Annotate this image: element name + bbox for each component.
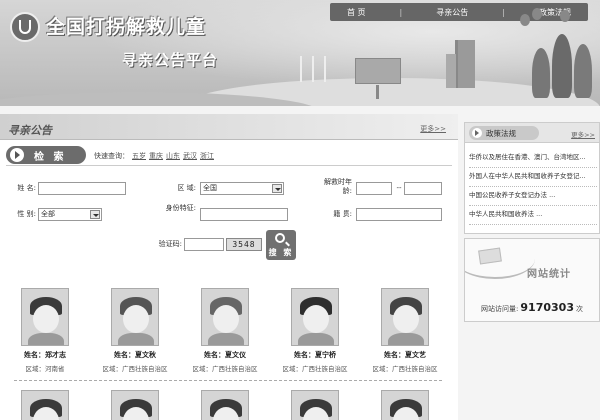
child-name[interactable]: 姓名：郑才志 <box>0 350 90 360</box>
child-region: 区域：广西壮族自治区 <box>372 365 438 373</box>
nav-notices[interactable]: 寻亲公告 <box>436 7 468 18</box>
child-region: 区域：广西壮族自治区 <box>192 365 258 373</box>
captcha-image[interactable]: 3548 <box>226 238 262 251</box>
notice-title: 寻亲公告 <box>8 124 52 137</box>
policy-more-link[interactable]: 更多>> <box>571 129 595 139</box>
policy-item[interactable]: 华侨以及居住在香港、澳门、台湾地区... <box>469 149 597 168</box>
notice-panel: 寻亲公告 更多>> 检 索 快速查询： 五岁 重庆 山东 武汉 浙江 姓 名: … <box>0 114 458 420</box>
play-arrow-icon <box>10 148 24 162</box>
captcha-label: 验证码: <box>158 240 182 248</box>
header-banner: 全国打拐解救儿童 寻亲公告平台 首 页 | 寻亲公告 | 政策法规 <box>0 0 600 106</box>
nav-home[interactable]: 首 页 <box>347 7 366 18</box>
stats-title: 网站统计 <box>527 269 571 280</box>
policy-tab: 政策法规 <box>469 126 539 140</box>
visit-counter: 网站访问量: 9170303 次 <box>481 301 583 314</box>
rescue-age-from-input[interactable] <box>356 182 392 195</box>
list-item[interactable]: 姓名：夏文秋 区域：广西壮族自治区 <box>90 288 180 373</box>
chevron-down-icon <box>272 184 282 193</box>
list-item[interactable]: 姓名：夏文仪 区域：广西壮族自治区 <box>180 288 270 373</box>
policy-item[interactable]: 中国公民收养子女登记办法 ... <box>469 187 597 206</box>
billboard-decoration <box>355 58 401 99</box>
child-photo[interactable] <box>291 390 339 420</box>
list-item[interactable]: 姓名：郑才志 区域：河南省 <box>0 288 90 373</box>
policy-box: 政策法规 更多>> 华侨以及居住在香港、澳门、台湾地区... 外国人在中华人民共… <box>464 122 600 234</box>
gender-select[interactable]: 全部 <box>38 208 102 221</box>
policy-item[interactable]: 中华人民共和国收养法 ... <box>469 206 597 225</box>
rescue-age-to-input[interactable] <box>404 182 442 195</box>
police-logo-icon <box>10 12 40 42</box>
quick-search: 快速查询： 五岁 重庆 山东 武汉 浙江 <box>94 151 214 161</box>
quick-link-age[interactable]: 五岁 <box>132 151 146 161</box>
child-region: 区域：广西壮族自治区 <box>282 365 348 373</box>
child-name[interactable]: 姓名：夏文艺 <box>360 350 450 360</box>
list-item[interactable] <box>270 390 360 420</box>
region-select[interactable]: 全国 <box>200 182 284 195</box>
child-region: 区域：河南省 <box>25 365 65 373</box>
search-icon <box>275 233 285 243</box>
name-label: 姓 名: <box>17 184 36 192</box>
windmill-decoration <box>300 56 302 82</box>
policy-item[interactable]: 外国人在中华人民共和国收养子女登记... <box>469 168 597 187</box>
policy-header: 政策法规 更多>> <box>465 123 599 143</box>
child-photo[interactable] <box>381 390 429 420</box>
quick-link-chongqing[interactable]: 重庆 <box>149 151 163 161</box>
list-item[interactable]: 姓名：夏宁桥 区域：广西壮族自治区 <box>270 288 360 373</box>
name-input[interactable] <box>38 182 126 195</box>
captcha-input[interactable] <box>184 238 224 251</box>
hometown-label: 籍 贯: <box>333 210 352 218</box>
sidebar: 政策法规 更多>> 华侨以及居住在香港、澳门、台湾地区... 外国人在中华人民共… <box>464 114 600 420</box>
region-label: 区 域: <box>177 184 196 192</box>
balloon-icon <box>520 14 530 26</box>
child-photo[interactable] <box>111 288 159 346</box>
search-bar: 检 索 快速查询： 五岁 重庆 山东 武汉 浙江 <box>6 146 452 166</box>
child-name[interactable]: 姓名：夏文秋 <box>90 350 180 360</box>
notice-more-link[interactable]: 更多>> <box>420 124 446 134</box>
rescue-age-label: 解救时年龄: <box>324 178 352 195</box>
list-item[interactable] <box>90 390 180 420</box>
search-button[interactable]: 搜 索 <box>266 230 296 260</box>
child-name[interactable]: 姓名：夏文仪 <box>180 350 270 360</box>
child-photo[interactable] <box>111 390 159 420</box>
child-photo[interactable] <box>21 288 69 346</box>
quick-link-wuhan[interactable]: 武汉 <box>183 151 197 161</box>
child-photo[interactable] <box>21 390 69 420</box>
play-arrow-icon <box>472 128 482 138</box>
list-item[interactable] <box>180 390 270 420</box>
quick-link-zhejiang[interactable]: 浙江 <box>200 151 214 161</box>
child-name[interactable]: 姓名：夏宁桥 <box>270 350 360 360</box>
hometown-input[interactable] <box>356 208 442 221</box>
gender-label: 性 别: <box>17 210 36 218</box>
child-photo[interactable] <box>291 288 339 346</box>
family-illustration <box>526 30 598 106</box>
quick-link-shandong[interactable]: 山东 <box>166 151 180 161</box>
site-subtitle: 寻亲公告平台 <box>122 51 219 69</box>
policy-list: 华侨以及居住在香港、澳门、台湾地区... 外国人在中华人民共和国收养子女登记..… <box>469 149 597 225</box>
chevron-down-icon <box>90 210 100 219</box>
child-photo[interactable] <box>381 288 429 346</box>
range-separator: -- <box>396 184 402 192</box>
building-decoration <box>446 40 475 88</box>
row-divider <box>14 380 442 381</box>
child-photo[interactable] <box>201 390 249 420</box>
search-tab: 检 索 <box>6 146 86 164</box>
windmill-decoration <box>324 56 326 82</box>
id-feature-input[interactable] <box>200 208 288 221</box>
top-nav: 首 页 | 寻亲公告 | 政策法规 <box>330 3 588 21</box>
site-title: 全国打拐解救儿童 <box>46 16 207 38</box>
balloon-icon <box>560 10 570 22</box>
id-feature-label: 身份特征: <box>165 204 196 212</box>
balloon-icon <box>532 8 542 20</box>
site-stats: 网站统计 网站访问量: 9170303 次 <box>464 238 600 322</box>
notice-header: 寻亲公告 更多>> <box>0 114 458 140</box>
list-item[interactable] <box>360 390 450 420</box>
visit-count: 9170303 <box>520 301 574 314</box>
child-photo[interactable] <box>201 288 249 346</box>
child-region: 区域：广西壮族自治区 <box>102 365 168 373</box>
windmill-decoration <box>312 56 314 82</box>
list-item[interactable]: 姓名：夏文艺 区域：广西壮族自治区 <box>360 288 450 373</box>
list-item[interactable] <box>0 390 90 420</box>
